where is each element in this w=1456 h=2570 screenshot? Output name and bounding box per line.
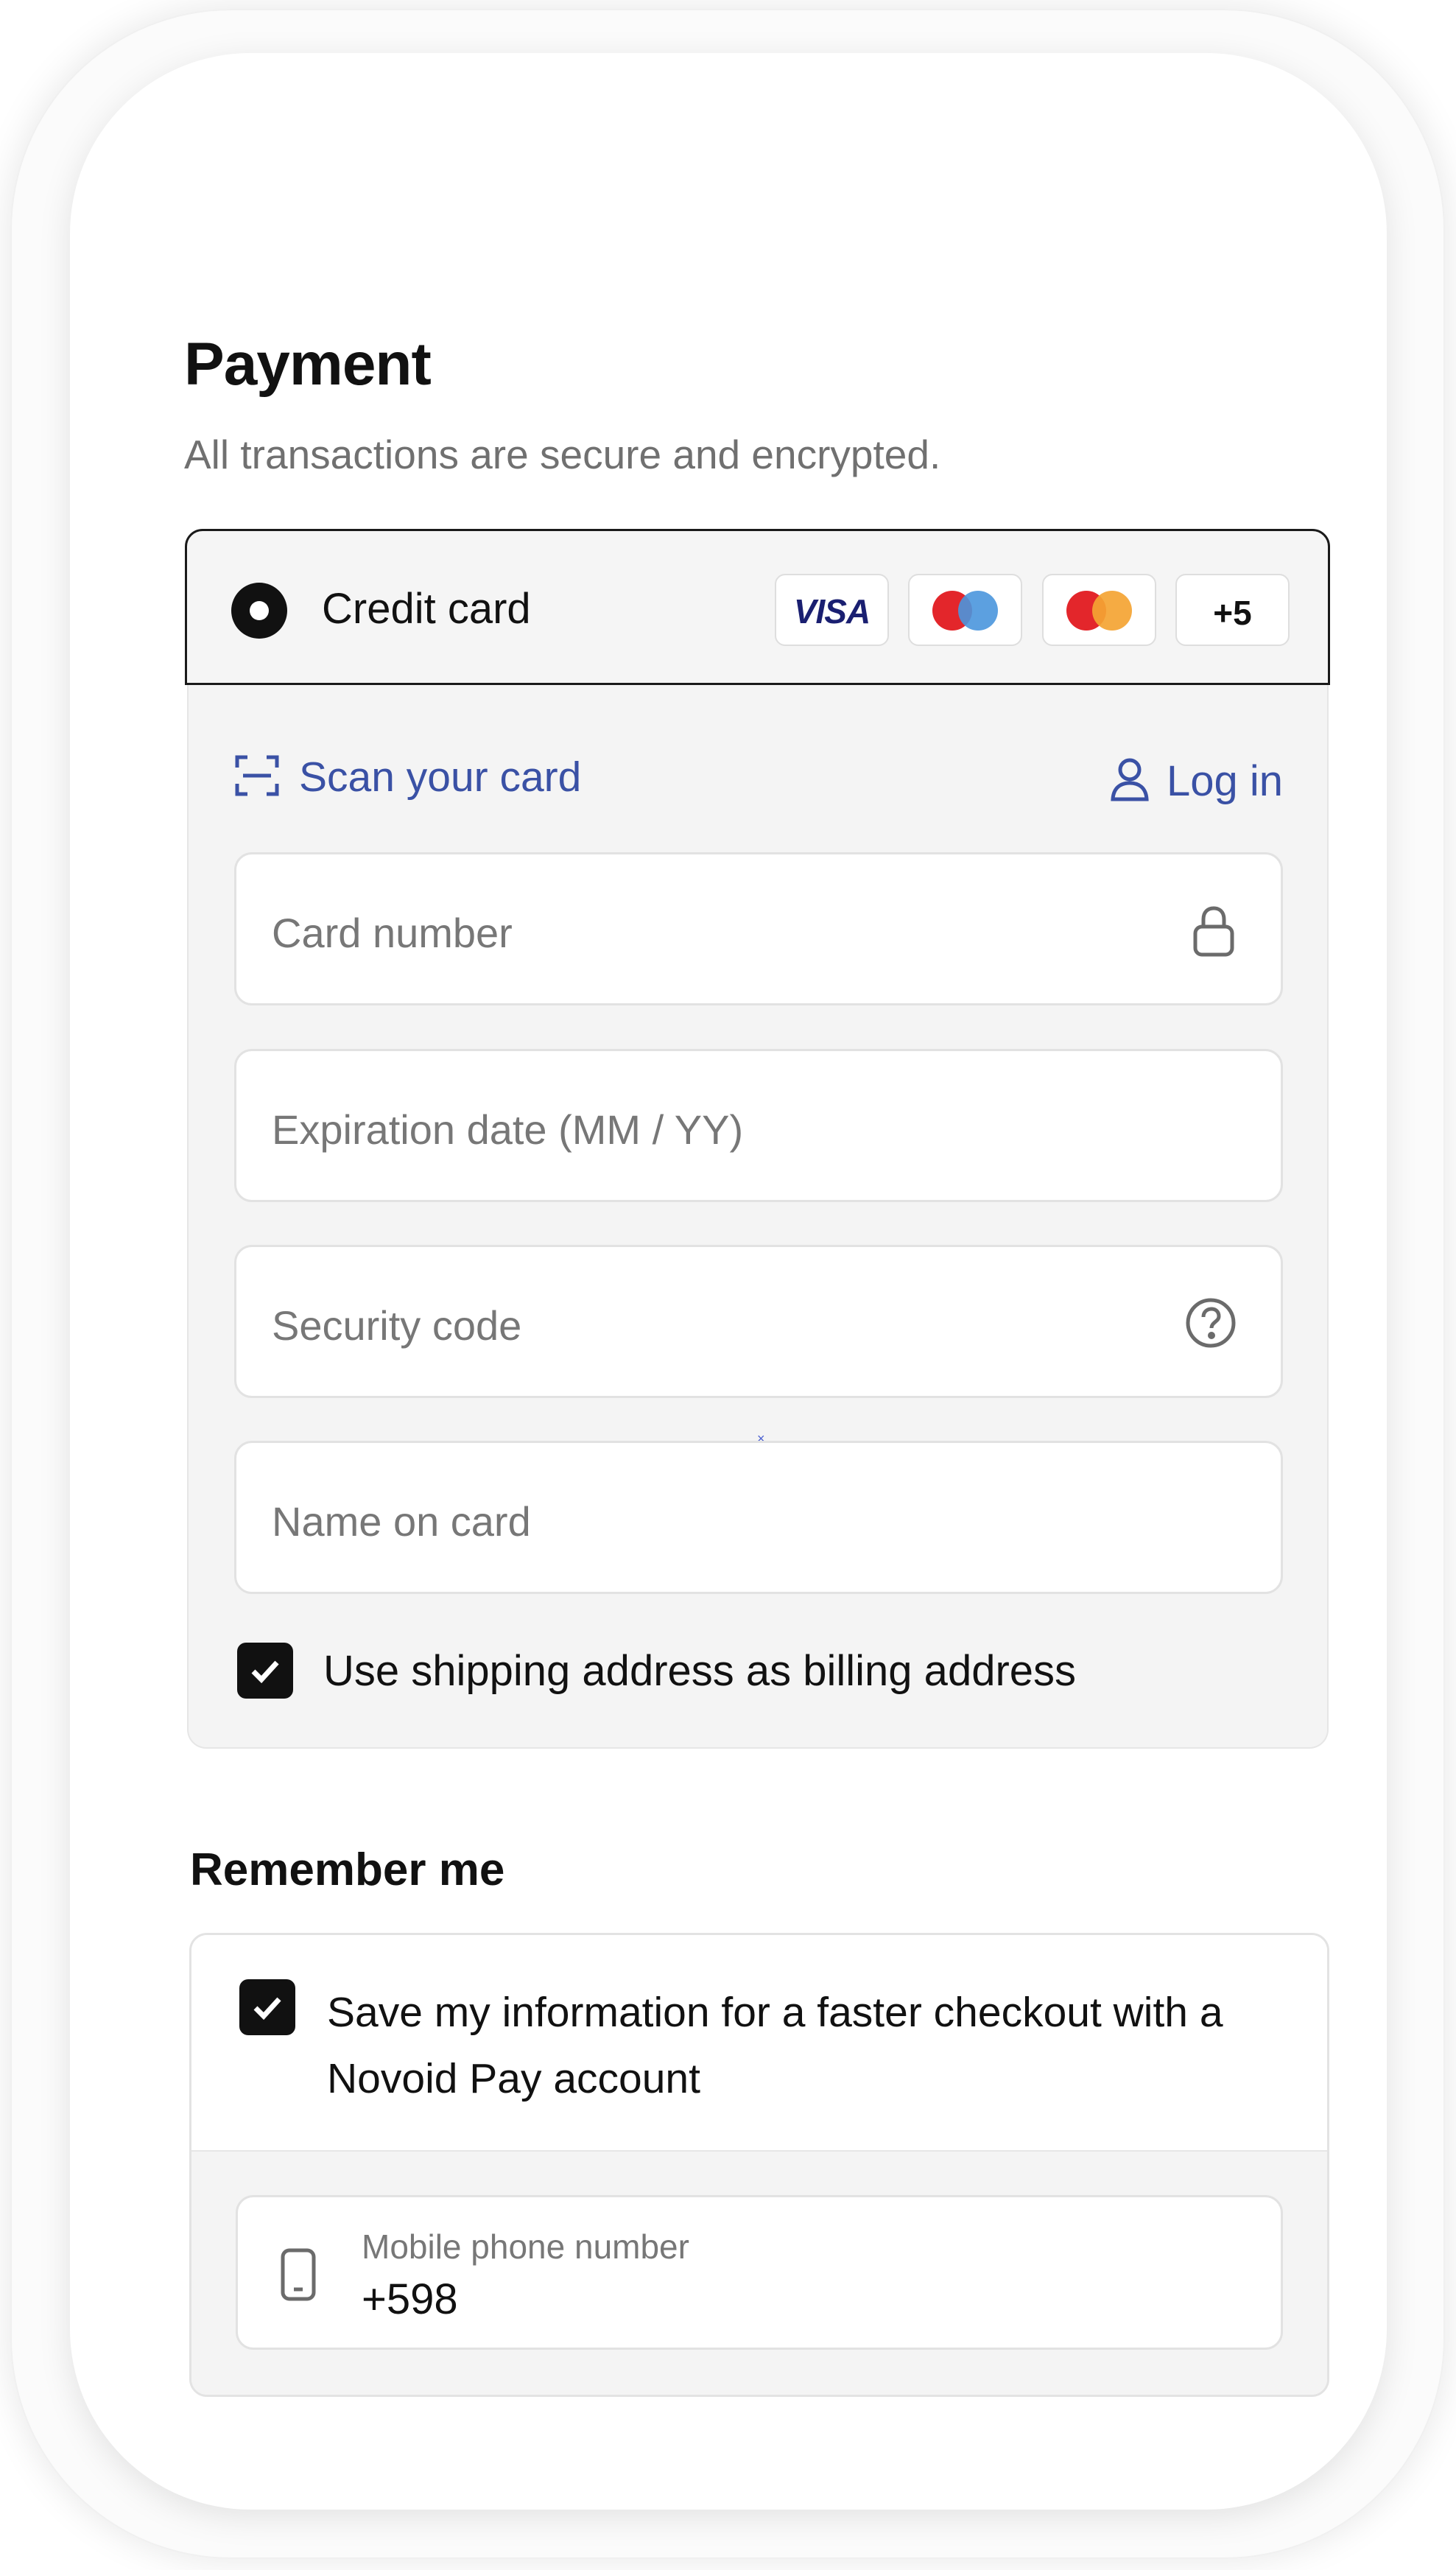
mobile-phone-field[interactable]: Mobile phone number +598: [236, 2195, 1283, 2350]
mastercard-logo: [1042, 574, 1156, 646]
name-on-card-field[interactable]: Name on card: [234, 1441, 1283, 1594]
more-brands-count: +5: [1213, 594, 1252, 632]
mastercard-orange-circle: [1092, 591, 1132, 631]
save-info-checkbox[interactable]: [239, 1979, 295, 2035]
mobile-phone-icon: [279, 2247, 317, 2306]
security-code-placeholder: Security code: [272, 1302, 522, 1349]
card-number-placeholder: Card number: [272, 910, 513, 956]
save-info-section: Save my information for a faster checkou…: [191, 1935, 1327, 2150]
maestro-blue-circle: [958, 591, 998, 631]
billing-address-label: Use shipping address as billing address: [323, 1647, 1077, 1695]
scan-icon: [234, 753, 280, 802]
log-in-link[interactable]: Log in: [1109, 755, 1283, 807]
visa-logo: VISA: [775, 574, 889, 646]
lock-icon: [1191, 905, 1237, 961]
log-in-label: Log in: [1166, 756, 1283, 805]
payment-method-credit-card[interactable]: Credit card VISA +5: [185, 529, 1330, 685]
help-circle-icon[interactable]: [1185, 1297, 1237, 1352]
checkout-content: Payment All transactions are secure and …: [0, 0, 1456, 2570]
save-info-label: Save my information for a faster checkou…: [327, 1989, 1223, 2102]
page-title: Payment: [184, 331, 432, 398]
user-icon: [1109, 756, 1150, 806]
mobile-phone-value: +598: [362, 2275, 458, 2323]
security-code-field[interactable]: Security code: [234, 1245, 1283, 1398]
card-number-field[interactable]: Card number: [234, 852, 1283, 1005]
expiration-date-field[interactable]: Expiration date (MM / YY): [234, 1049, 1283, 1202]
more-brands-badge[interactable]: +5: [1175, 574, 1290, 646]
page-subtitle: All transactions are secure and encrypte…: [184, 432, 941, 477]
visa-logo-text: VISA: [793, 592, 871, 631]
scan-card-button[interactable]: Scan your card: [234, 751, 581, 803]
mobile-phone-label: Mobile phone number: [362, 2227, 689, 2266]
checkmark-icon: [251, 1660, 279, 1684]
payment-method-label: Credit card: [322, 585, 531, 633]
billing-address-checkbox[interactable]: [237, 1643, 293, 1699]
credit-card-radio[interactable]: [231, 583, 287, 639]
remember-me-title: Remember me: [190, 1844, 505, 1895]
scan-card-label: Scan your card: [299, 754, 582, 801]
maestro-logo: [908, 574, 1022, 646]
expiration-date-placeholder: Expiration date (MM / YY): [272, 1106, 744, 1153]
checkmark-icon: [253, 1997, 281, 2020]
name-on-card-placeholder: Name on card: [272, 1498, 531, 1545]
